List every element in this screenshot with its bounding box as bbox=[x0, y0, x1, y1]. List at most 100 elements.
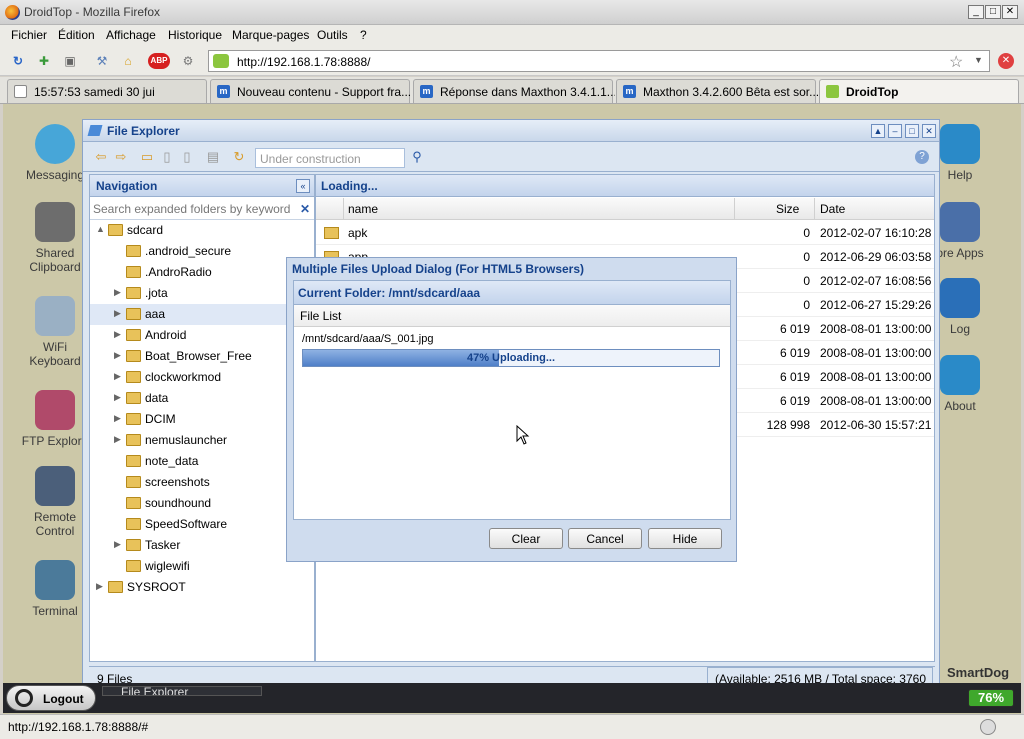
tree-item[interactable]: ▶ Boat_Browser_Free bbox=[90, 346, 314, 367]
stop-icon[interactable]: ✕ bbox=[998, 53, 1014, 69]
tree-item[interactable]: ▶ .jota bbox=[90, 283, 314, 304]
file-size: 6 019 bbox=[779, 346, 810, 360]
folder-icon bbox=[126, 497, 141, 509]
search-input[interactable]: Under construction bbox=[255, 148, 405, 168]
menu-marque-pages[interactable]: Marque-pages bbox=[232, 28, 309, 42]
file-date: 2012-06-27 15:29:26 bbox=[820, 298, 932, 312]
size-column[interactable]: Size bbox=[776, 202, 799, 216]
collapse-left-icon[interactable]: « bbox=[296, 179, 310, 193]
reload-icon[interactable]: ↻ bbox=[10, 53, 26, 69]
minimize-icon[interactable]: – bbox=[888, 124, 902, 138]
expand-arrow-icon[interactable]: ▶ bbox=[114, 371, 121, 382]
date-column[interactable]: Date bbox=[820, 202, 845, 216]
page-icon[interactable]: ▣ bbox=[62, 53, 78, 69]
tree-item[interactable]: SpeedSoftware bbox=[90, 514, 314, 535]
plugin-icon[interactable]: ⚙ bbox=[180, 53, 196, 69]
folder-icon bbox=[126, 371, 141, 383]
tree-item[interactable]: ▶ data bbox=[90, 388, 314, 409]
log-icon bbox=[940, 278, 980, 318]
clear-button[interactable]: Clear bbox=[489, 528, 563, 549]
refresh-icon[interactable]: ↻ bbox=[231, 150, 247, 164]
tree-item[interactable]: screenshots bbox=[90, 472, 314, 493]
bookmark-star-icon[interactable]: ☆ bbox=[949, 52, 963, 72]
new-folder-icon[interactable]: ▭ bbox=[139, 150, 155, 164]
status-addon-icon[interactable] bbox=[980, 719, 996, 735]
expand-arrow-icon[interactable]: ▶ bbox=[114, 392, 121, 403]
tree-item[interactable]: soundhound bbox=[90, 493, 314, 514]
tree-item[interactable]: ▶ DCIM bbox=[90, 409, 314, 430]
collapse-icon[interactable]: ▲ bbox=[871, 124, 885, 138]
tree-item[interactable]: .AndroRadio bbox=[90, 262, 314, 283]
hide-button[interactable]: Hide bbox=[648, 528, 722, 549]
tab-support[interactable]: m Nouveau contenu - Support fra... bbox=[210, 79, 411, 103]
tree-item-label: Tasker bbox=[145, 538, 181, 552]
tree-item-label: clockworkmod bbox=[145, 370, 222, 384]
table-row[interactable]: apk 0 2012-02-07 16:10:28 bbox=[316, 221, 934, 245]
tab-reponse[interactable]: m Réponse dans Maxthon 3.4.1.1... bbox=[413, 79, 615, 103]
nav-search-input[interactable]: Search expanded folders by keyword bbox=[90, 198, 314, 220]
tree-item[interactable]: ▶ clockworkmod bbox=[90, 367, 314, 388]
tree-item[interactable]: ▶ nemuslauncher bbox=[90, 430, 314, 451]
expand-arrow-icon[interactable]: ▶ bbox=[114, 287, 121, 298]
tree-item[interactable]: ▶ Tasker bbox=[90, 535, 314, 556]
tree-item[interactable]: ▶ Android bbox=[90, 325, 314, 346]
back-arrow-icon[interactable]: ⇦ bbox=[93, 150, 109, 164]
minimize-icon[interactable]: _ bbox=[968, 5, 984, 19]
expand-arrow-icon[interactable]: ▲ bbox=[96, 224, 105, 234]
tree-item[interactable]: ▲ sdcard bbox=[90, 220, 314, 241]
file-explorer-title: File Explorer bbox=[107, 124, 180, 138]
new-file-icon[interactable]: ▯ bbox=[159, 150, 175, 164]
expand-arrow-icon[interactable]: ▶ bbox=[114, 413, 121, 424]
addon-icon[interactable]: ✚ bbox=[36, 53, 52, 69]
expand-arrow-icon[interactable]: ▶ bbox=[114, 350, 121, 361]
upload-file-icon[interactable]: ▯ bbox=[179, 150, 195, 164]
help-icon[interactable]: ? bbox=[915, 150, 929, 164]
folder-icon bbox=[87, 125, 103, 136]
tree-item[interactable]: ▶ SYSROOT bbox=[90, 577, 314, 598]
logout-button[interactable]: Logout bbox=[6, 685, 96, 711]
wrench-icon[interactable]: ⚒ bbox=[94, 53, 110, 69]
adblock-icon[interactable]: ABP bbox=[148, 53, 170, 69]
folder-icon bbox=[126, 392, 141, 404]
tree-item[interactable]: note_data bbox=[90, 451, 314, 472]
menu-edition[interactable]: Édition bbox=[58, 28, 95, 42]
tree-item[interactable]: .android_secure bbox=[90, 241, 314, 262]
help-icon bbox=[940, 124, 980, 164]
file-list-title: Loading... bbox=[316, 175, 934, 197]
menu-outils[interactable]: Outils bbox=[317, 28, 348, 42]
menu-fichier[interactable]: Fichier bbox=[11, 28, 47, 42]
tree-item[interactable]: wiglewifi bbox=[90, 556, 314, 577]
expand-arrow-icon[interactable]: ▶ bbox=[96, 581, 103, 592]
forward-arrow-icon[interactable]: ⇨ bbox=[113, 150, 129, 164]
maximize-icon[interactable]: □ bbox=[905, 124, 919, 138]
expand-arrow-icon[interactable]: ▶ bbox=[114, 539, 121, 550]
url-dropdown-icon[interactable]: ▼ bbox=[974, 55, 983, 65]
home-icon[interactable]: ⌂ bbox=[120, 53, 136, 69]
menu-affichage[interactable]: Affichage bbox=[106, 28, 156, 42]
clear-search-icon[interactable]: ✕ bbox=[300, 202, 310, 216]
navigation-title: Navigation bbox=[90, 175, 314, 197]
menu-historique[interactable]: Historique bbox=[168, 28, 222, 42]
tree-item-label: Android bbox=[145, 328, 187, 342]
cancel-button[interactable]: Cancel bbox=[568, 528, 642, 549]
tab-clock[interactable]: 15:57:53 samedi 30 jui bbox=[7, 79, 207, 103]
upload-file-path: /mnt/sdcard/aaa/S_001.jpg bbox=[302, 333, 434, 345]
folder-icon bbox=[126, 560, 141, 572]
tree-item[interactable]: ▶ aaa bbox=[90, 304, 314, 325]
menu-help[interactable]: ? bbox=[360, 28, 367, 42]
name-column[interactable]: name bbox=[348, 202, 378, 216]
search-icon[interactable]: ⚲ bbox=[409, 150, 425, 164]
address-bar[interactable]: http://192.168.1.78:8888/ ☆ ▼ bbox=[208, 50, 990, 72]
tab-droidtop[interactable]: DroidTop bbox=[819, 79, 1019, 103]
close-icon[interactable]: ✕ bbox=[1002, 5, 1018, 19]
folder-icon bbox=[126, 518, 141, 530]
expand-arrow-icon[interactable]: ▶ bbox=[114, 308, 121, 319]
expand-arrow-icon[interactable]: ▶ bbox=[114, 434, 121, 445]
folder-icon bbox=[108, 581, 123, 593]
tab-maxthon-beta[interactable]: m Maxthon 3.4.2.600 Bêta est sor... bbox=[616, 79, 818, 103]
taskbar-file-explorer[interactable]: File Explorer bbox=[102, 686, 262, 696]
close-icon[interactable]: ✕ bbox=[922, 124, 936, 138]
properties-icon[interactable]: ▤ bbox=[205, 150, 221, 164]
maximize-icon[interactable]: □ bbox=[985, 5, 1001, 19]
expand-arrow-icon[interactable]: ▶ bbox=[114, 329, 121, 340]
